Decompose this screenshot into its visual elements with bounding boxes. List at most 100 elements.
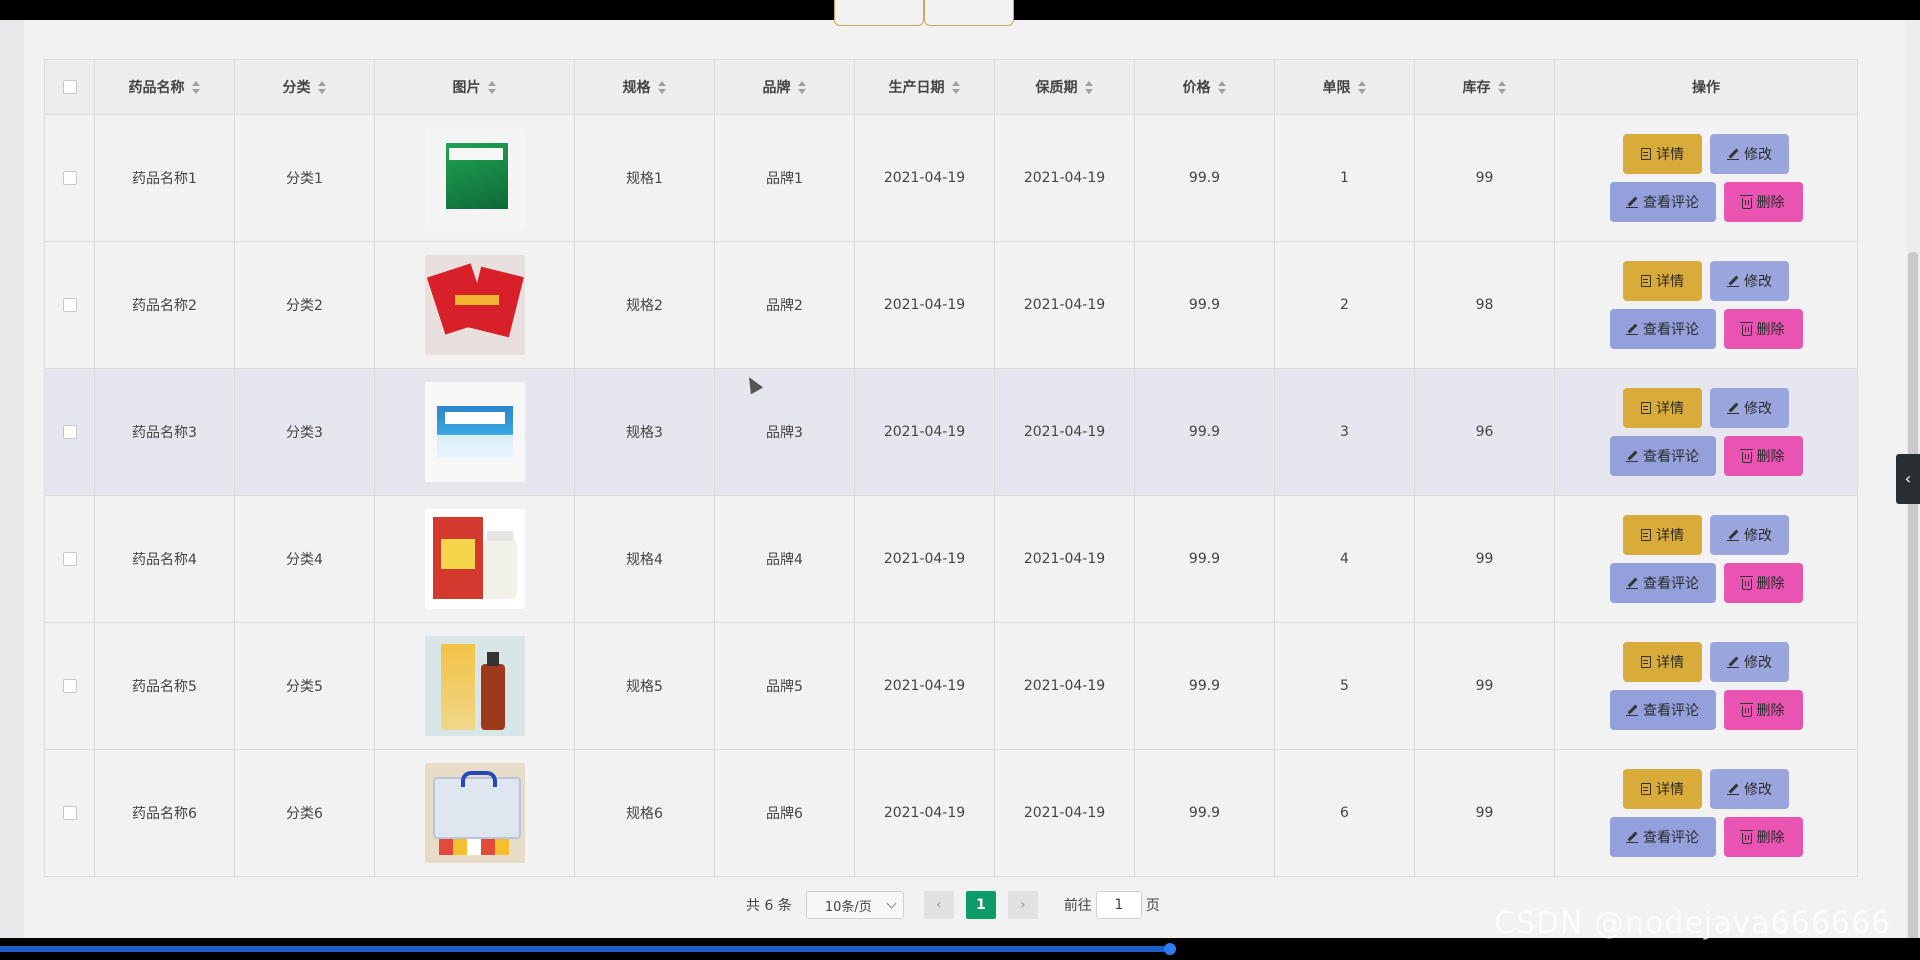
sort-icon[interactable] bbox=[317, 81, 327, 95]
page-size-select[interactable]: 10条/页 bbox=[805, 891, 904, 919]
header-stock[interactable]: 库存 bbox=[1414, 59, 1555, 115]
trash-icon bbox=[1739, 448, 1753, 463]
row-checkbox[interactable] bbox=[62, 552, 77, 566]
medicine-image[interactable] bbox=[424, 763, 525, 863]
sort-icon[interactable] bbox=[1217, 81, 1227, 95]
delete-button[interactable]: 删除 bbox=[1723, 182, 1803, 222]
select-all-checkbox[interactable] bbox=[62, 80, 77, 94]
delete-button[interactable]: 删除 bbox=[1723, 436, 1803, 476]
medicine-image[interactable] bbox=[424, 382, 525, 482]
toolbar-delete-button-partial[interactable] bbox=[924, 0, 1014, 26]
header-name[interactable]: 药品名称 bbox=[94, 59, 235, 115]
cell-image bbox=[374, 114, 575, 242]
cell-mfg-date: 2021-04-19 bbox=[854, 495, 995, 623]
delete-button[interactable]: 删除 bbox=[1723, 309, 1803, 349]
edit-button[interactable]: 修改 bbox=[1710, 388, 1789, 428]
view-comments-button[interactable]: 查看评论 bbox=[1609, 182, 1716, 222]
goto-page-input[interactable]: 1 bbox=[1095, 891, 1142, 919]
cell-category: 分类3 bbox=[234, 368, 375, 496]
cell-name: 药品名称3 bbox=[94, 368, 235, 496]
edit-icon bbox=[1626, 831, 1638, 843]
row-checkbox[interactable] bbox=[62, 171, 77, 185]
cell-name: 药品名称6 bbox=[94, 749, 235, 877]
cell-price: 99.9 bbox=[1134, 622, 1275, 750]
header-limit[interactable]: 单限 bbox=[1274, 59, 1415, 115]
delete-button[interactable]: 删除 bbox=[1723, 563, 1803, 603]
cell-mfg-date: 2021-04-19 bbox=[854, 368, 995, 496]
cell-name: 药品名称2 bbox=[94, 241, 235, 369]
edit-button[interactable]: 修改 bbox=[1710, 261, 1789, 301]
cell-name: 药品名称1 bbox=[94, 114, 235, 242]
cell-category: 分类6 bbox=[234, 749, 375, 877]
header-category[interactable]: 分类 bbox=[234, 59, 375, 115]
cell-brand: 品牌2 bbox=[714, 241, 855, 369]
sort-icon[interactable] bbox=[1357, 81, 1367, 95]
cell-category: 分类5 bbox=[234, 622, 375, 750]
cell-stock: 99 bbox=[1414, 749, 1555, 877]
table-row: 药品名称4 分类4 规格4 品牌4 2021-04-19 2021-04-19 … bbox=[44, 495, 1858, 623]
sort-icon[interactable] bbox=[1497, 81, 1507, 95]
document-icon bbox=[1641, 402, 1651, 414]
sort-icon[interactable] bbox=[487, 81, 497, 95]
edit-icon bbox=[1626, 704, 1638, 716]
view-comments-button[interactable]: 查看评论 bbox=[1609, 817, 1716, 857]
cell-name: 药品名称4 bbox=[94, 495, 235, 623]
detail-button[interactable]: 详情 bbox=[1623, 769, 1702, 809]
cell-stock: 98 bbox=[1414, 241, 1555, 369]
detail-button[interactable]: 详情 bbox=[1623, 388, 1702, 428]
edit-button[interactable]: 修改 bbox=[1710, 134, 1789, 174]
view-comments-button[interactable]: 查看评论 bbox=[1609, 436, 1716, 476]
cell-category: 分类1 bbox=[234, 114, 375, 242]
cell-shelf-life: 2021-04-19 bbox=[994, 241, 1135, 369]
scrollbar-thumb[interactable] bbox=[1908, 252, 1918, 952]
medicine-image[interactable] bbox=[424, 255, 525, 355]
cell-brand: 品牌4 bbox=[714, 495, 855, 623]
toolbar-button-partial[interactable] bbox=[834, 0, 924, 26]
cell-shelf-life: 2021-04-19 bbox=[994, 749, 1135, 877]
delete-button[interactable]: 删除 bbox=[1723, 817, 1803, 857]
cell-price: 99.9 bbox=[1134, 495, 1275, 623]
sort-icon[interactable] bbox=[657, 81, 667, 95]
table-row: 药品名称2 分类2 规格2 品牌2 2021-04-19 2021-04-19 … bbox=[44, 241, 1858, 369]
sort-icon[interactable] bbox=[797, 81, 807, 95]
sort-icon[interactable] bbox=[951, 81, 961, 95]
edit-icon bbox=[1626, 577, 1638, 589]
bottom-media-bar bbox=[0, 938, 1920, 960]
row-checkbox[interactable] bbox=[62, 806, 77, 820]
header-mfg-date[interactable]: 生产日期 bbox=[854, 59, 995, 115]
side-panel-toggle[interactable]: ‹ bbox=[1896, 454, 1920, 504]
view-comments-button[interactable]: 查看评论 bbox=[1609, 690, 1716, 730]
chevron-left-icon: ‹ bbox=[936, 897, 942, 913]
next-page-button[interactable]: › bbox=[1007, 891, 1038, 919]
row-checkbox[interactable] bbox=[62, 425, 77, 439]
medicine-image[interactable] bbox=[424, 636, 525, 736]
header-shelf-life[interactable]: 保质期 bbox=[994, 59, 1135, 115]
prev-page-button[interactable]: ‹ bbox=[923, 891, 954, 919]
header-price[interactable]: 价格 bbox=[1134, 59, 1275, 115]
edit-button[interactable]: 修改 bbox=[1710, 642, 1789, 682]
sort-icon[interactable] bbox=[191, 81, 201, 95]
header-spec[interactable]: 规格 bbox=[574, 59, 715, 115]
delete-button[interactable]: 删除 bbox=[1723, 690, 1803, 730]
row-checkbox[interactable] bbox=[62, 298, 77, 312]
edit-button[interactable]: 修改 bbox=[1710, 515, 1789, 555]
header-image[interactable]: 图片 bbox=[374, 59, 575, 115]
view-comments-button[interactable]: 查看评论 bbox=[1609, 309, 1716, 349]
detail-button[interactable]: 详情 bbox=[1623, 261, 1702, 301]
detail-button[interactable]: 详情 bbox=[1623, 134, 1702, 174]
detail-button[interactable]: 详情 bbox=[1623, 642, 1702, 682]
view-comments-button[interactable]: 查看评论 bbox=[1609, 563, 1716, 603]
medicine-image[interactable] bbox=[424, 128, 525, 228]
progress-bar[interactable] bbox=[0, 946, 1172, 952]
medicine-image[interactable] bbox=[424, 509, 525, 609]
cell-stock: 99 bbox=[1414, 495, 1555, 623]
edit-button[interactable]: 修改 bbox=[1710, 769, 1789, 809]
row-checkbox[interactable] bbox=[62, 679, 77, 693]
header-brand[interactable]: 品牌 bbox=[714, 59, 855, 115]
trash-icon bbox=[1739, 702, 1753, 717]
sort-icon[interactable] bbox=[1084, 81, 1094, 95]
page-number-current[interactable]: 1 bbox=[965, 891, 996, 919]
cell-brand: 品牌6 bbox=[714, 749, 855, 877]
detail-button[interactable]: 详情 bbox=[1623, 515, 1702, 555]
progress-knob[interactable] bbox=[1164, 943, 1176, 955]
